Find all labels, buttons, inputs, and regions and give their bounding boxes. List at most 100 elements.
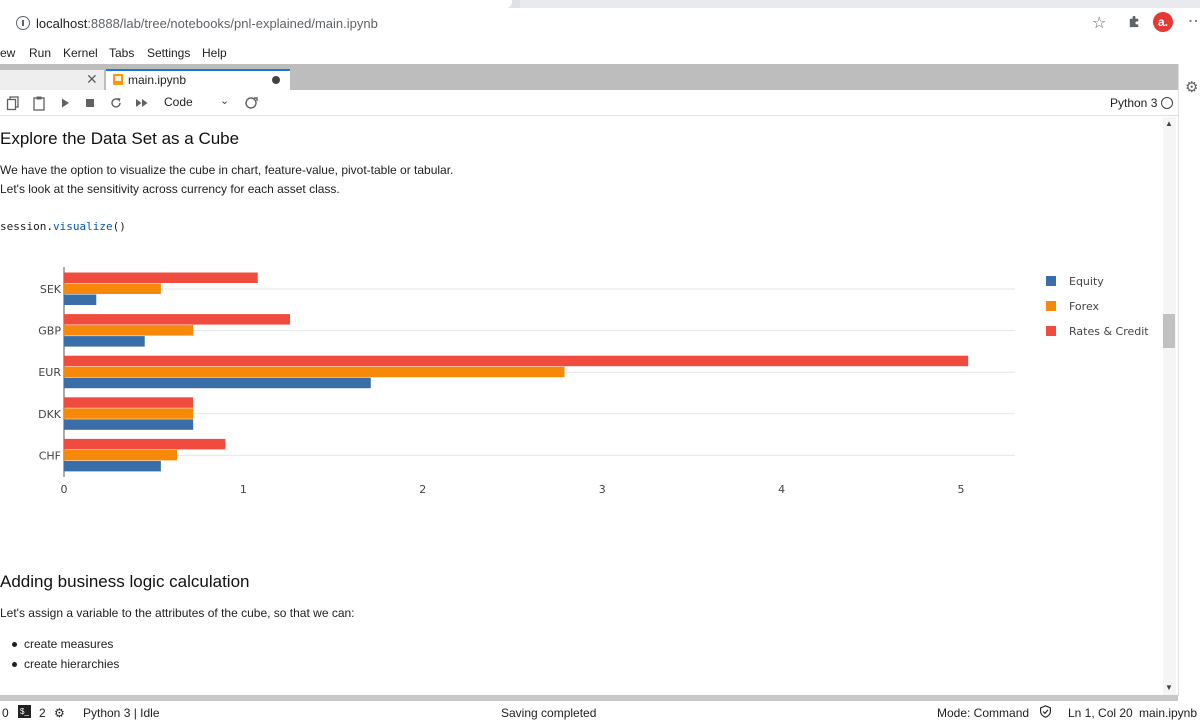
y-tick-label: SEK	[40, 283, 62, 296]
git-diff-icon[interactable]	[243, 95, 259, 111]
unsaved-dot-icon[interactable]	[272, 76, 280, 84]
status-filename: main.ipynb	[1139, 706, 1198, 720]
menu-run[interactable]: Run	[29, 46, 51, 60]
bar-eur-equity[interactable]	[64, 377, 371, 389]
url-field[interactable]: localhost:8888/lab/tree/notebooks/pnl-ex…	[36, 16, 378, 31]
bar-gbp-equity[interactable]	[64, 336, 145, 347]
paste-icon[interactable]	[31, 95, 47, 111]
markdown-paragraph-line2: Let's look at the sensitivity across cur…	[0, 182, 340, 196]
bar-chart[interactable]: SEK GBP EUR DKK CHF 0 1 2 3 4 5 Equity Forex Rates …	[0, 257, 1160, 507]
bar-sek-rates-credit[interactable]	[64, 272, 258, 284]
notebook-content[interactable]: Explore the Data Set as a Cube We have t…	[0, 117, 1163, 695]
bookmark-star-icon[interactable]: ☆	[1092, 13, 1106, 33]
right-sidebar: ⚙	[1178, 64, 1200, 696]
x-tick-labels: 0 1 2 3 4 5	[61, 483, 965, 496]
kernel-status-text[interactable]: Python 3 | Idle	[83, 706, 160, 720]
scroll-up-arrow-icon[interactable]: ▲	[1165, 119, 1173, 128]
bar-chf-forex[interactable]	[64, 449, 178, 461]
cell-type-select[interactable]: Code	[164, 95, 193, 109]
run-all-icon[interactable]	[134, 95, 150, 111]
code-object: session.	[0, 220, 53, 233]
chart-legend: Equity Forex Rates & Credit	[1046, 275, 1149, 338]
notebook-toolbar: Code ⌄ Python 3	[0, 90, 1178, 116]
section-heading-business-logic: Adding business logic calculation	[0, 572, 250, 591]
y-tick-label: DKK	[38, 408, 62, 421]
x-tick-label: 4	[778, 483, 785, 496]
url-host: localhost	[36, 16, 88, 31]
menu-settings[interactable]: Settings	[147, 46, 190, 60]
browser-tab[interactable]	[0, 0, 512, 8]
shield-check-icon[interactable]	[1039, 705, 1052, 718]
terminal-icon[interactable]: $_	[18, 705, 31, 718]
scrollbar-thumb[interactable]	[1163, 314, 1175, 348]
browser-menu-icon[interactable]: ⋮	[1186, 13, 1200, 27]
cursor-position[interactable]: Ln 1, Col 20	[1068, 706, 1133, 720]
x-tick-label: 5	[958, 483, 965, 496]
dock-tab-other[interactable]: ✕	[0, 70, 105, 90]
bar-chf-equity[interactable]	[64, 460, 161, 472]
legend-label[interactable]: Forex	[1069, 300, 1100, 313]
profile-avatar[interactable]: a.	[1153, 12, 1173, 32]
bullet-list: create measures create hierarchies	[0, 635, 119, 675]
markdown-paragraph-line1: We have the option to visualize the cube…	[0, 163, 454, 177]
status-count-a: 0	[2, 706, 9, 720]
bar-dkk-rates-credit[interactable]	[64, 397, 194, 408]
url-path: :8888/lab/tree/notebooks/pnl-explained/m…	[87, 16, 378, 31]
markdown-paragraph-3: Let's assign a variable to the attribute…	[0, 606, 355, 620]
notebook-icon	[113, 74, 123, 85]
browser-tab-strip	[0, 0, 1200, 8]
menu-tabs[interactable]: Tabs	[109, 46, 134, 60]
kernel-gear-icon[interactable]: ⚙	[54, 706, 65, 720]
stop-icon[interactable]	[82, 95, 98, 111]
scroll-down-arrow-icon[interactable]: ▼	[1165, 683, 1173, 692]
bar-dkk-forex[interactable]	[64, 408, 194, 419]
legend-label[interactable]: Equity	[1069, 275, 1104, 288]
kernel-status-circle-icon	[1161, 97, 1173, 109]
bar-gbp-rates-credit[interactable]	[64, 314, 291, 325]
bar-chf-rates-credit[interactable]	[64, 438, 226, 450]
list-item: create hierarchies	[0, 655, 119, 675]
copy-icon[interactable]	[5, 95, 21, 111]
bar-eur-rates-credit[interactable]	[64, 355, 969, 367]
list-item: create measures	[0, 635, 119, 655]
kernel-name[interactable]: Python 3	[1110, 96, 1157, 110]
status-bar: 0 $_ 2 ⚙ Python 3 | Idle Saving complete…	[0, 701, 1200, 720]
legend-swatch	[1046, 276, 1056, 286]
chevron-down-icon[interactable]: ⌄	[220, 94, 229, 107]
restart-icon[interactable]	[108, 95, 124, 111]
vertical-scrollbar[interactable]: ▲ ▼	[1163, 117, 1176, 695]
bar-eur-forex[interactable]	[64, 366, 565, 378]
y-tick-label: CHF	[39, 449, 61, 462]
x-tick-label: 1	[240, 483, 247, 496]
y-tick-label: EUR	[38, 366, 61, 379]
browser-tab-inactive[interactable]	[520, 0, 1200, 8]
site-info-icon[interactable]	[16, 16, 30, 30]
close-icon[interactable]: ✕	[86, 71, 98, 88]
y-tick-label: GBP	[38, 325, 61, 338]
dock-tab-main-ipynb[interactable]: main.ipynb	[106, 69, 290, 90]
x-tick-label: 0	[61, 483, 68, 496]
jupyter-menubar: ew Run Kernel Tabs Settings Help	[0, 42, 1200, 64]
y-tick-labels: SEK GBP EUR DKK CHF	[38, 283, 62, 462]
bar-gbp-forex[interactable]	[64, 325, 194, 336]
bar-sek-forex[interactable]	[64, 283, 161, 295]
property-inspector-gear-icon[interactable]: ⚙	[1185, 78, 1198, 96]
x-tick-label: 3	[599, 483, 606, 496]
menu-view[interactable]: ew	[0, 46, 15, 60]
section-heading-explore: Explore the Data Set as a Cube	[0, 129, 240, 148]
code-args: ()	[112, 220, 126, 233]
legend-swatch	[1046, 326, 1056, 336]
legend-swatch	[1046, 301, 1056, 311]
mode-indicator[interactable]: Mode: Command	[937, 706, 1029, 720]
code-function: visualize	[52, 220, 113, 233]
bar-sek-equity[interactable]	[64, 294, 97, 306]
menu-kernel[interactable]: Kernel	[63, 46, 98, 60]
saving-status-text: Saving completed	[501, 706, 597, 720]
run-icon[interactable]	[57, 95, 73, 111]
extensions-puzzle-icon[interactable]	[1127, 14, 1142, 29]
legend-label[interactable]: Rates & Credit	[1069, 325, 1149, 338]
address-bar: localhost:8888/lab/tree/notebooks/pnl-ex…	[0, 8, 1200, 40]
menu-help[interactable]: Help	[202, 46, 227, 60]
bar-dkk-equity[interactable]	[64, 419, 194, 430]
code-cell[interactable]: session.visualize()	[0, 220, 126, 233]
